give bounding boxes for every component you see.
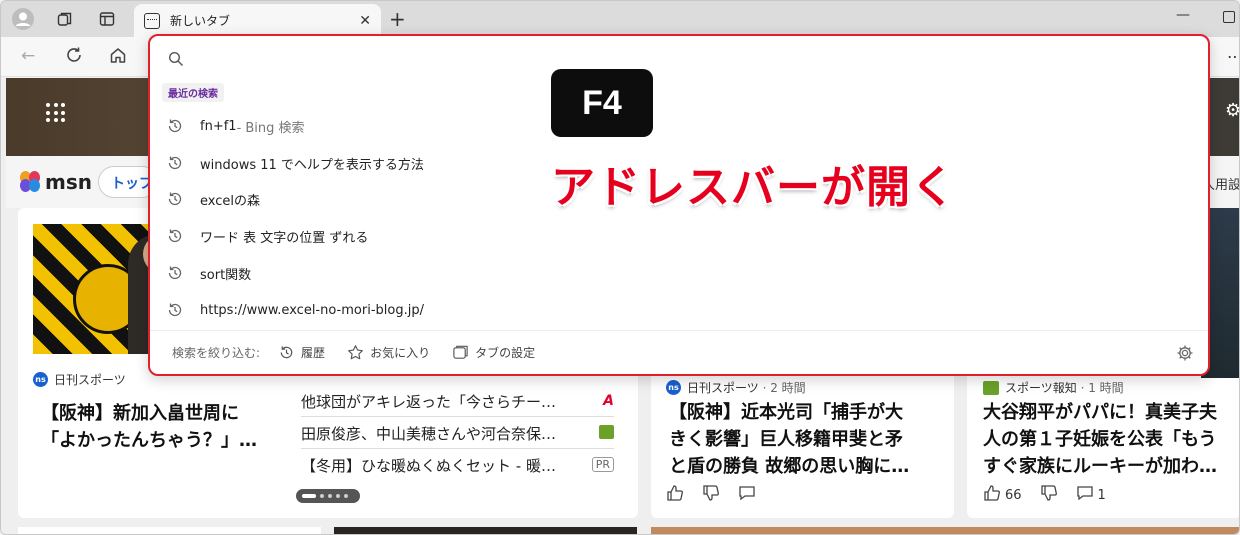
next-card-peek [651,527,1239,534]
star-icon [348,345,363,360]
headline-line: きく影響」巨人移籍甲斐と矛 [669,429,903,450]
nikkan-sports-icon: ns [33,372,48,387]
nikkan-sports-icon: ns [666,380,681,395]
msn-butterfly-icon [20,171,42,193]
suggestion-text: https://www.excel-no-mori-blog.jp/ [200,302,424,318]
next-card-peek [334,527,637,534]
dislike-icon[interactable] [1040,484,1058,506]
source-name: スポーツ報知 [1005,381,1077,395]
card3-headline[interactable]: 大谷翔平がパパに！真美子夫 人の第１子妊娠を公表「もう すぐ家族にルーキーが加わ… [983,399,1239,480]
keyboard-key-badge: F4 [551,69,653,137]
search-icon [168,51,183,66]
headline-line: すぐ家族にルーキーが加わ… [983,456,1217,477]
suggestion-text: excelの森 [200,193,260,209]
headline-line: 「よかったんちゃう？」… [41,430,257,451]
annotation-caption: アドレスバーが開く [551,162,956,213]
back-icon[interactable]: ← [21,46,35,66]
suggestion-item[interactable]: ワード 表 文字の位置 ずれる [166,218,866,254]
vertical-tabs-icon[interactable] [93,6,121,32]
scope-favorites-button[interactable]: お気に入り [347,344,430,361]
suggestion-text: sort関数 [200,267,252,283]
suggestion-text: ワード 表 文字の位置 ずれる [200,230,369,246]
hochi-icon [983,380,999,395]
gear-icon[interactable] [1176,344,1194,362]
scope-favorites-label: お気に入り [370,346,431,360]
history-icon [168,156,182,170]
list-item[interactable]: 【冬用】ひな暖ぬくぬくセット - 暖… PR [301,449,614,481]
suggestion-suffix: - Bing 検索 [236,120,305,136]
headline-line: 大谷翔平がパパに！真美子夫 [983,402,1217,423]
card3-reactions: 66 1 [983,484,1106,506]
card3-source: スポーツ報知 · 1 時間 [983,379,1124,396]
tab-strip: 新しいタブ ✕ + — [1,1,1239,37]
next-card-peek [18,527,321,534]
like-icon[interactable] [666,484,684,506]
more-menu-icon[interactable]: ⋯ [1227,47,1239,66]
scope-history-button[interactable]: 履歴 [278,344,325,361]
tab-new-tab[interactable]: 新しいタブ ✕ [134,4,381,37]
workspaces-icon[interactable] [51,6,79,32]
list-item[interactable]: 田原俊彦、中山美穂さんや河合奈保… [301,417,614,449]
list-item[interactable]: 他球団がアキレ返った「今さらチー… A [301,385,614,417]
history-icon [168,192,182,206]
list-item-text: 【冬用】ひな暖ぬくぬくセット - 暖… [301,457,556,475]
restore-icon[interactable] [1223,11,1235,23]
like-count: 66 [1005,487,1022,503]
msn-logo-text: msn [45,170,92,194]
time-ago: · 2 時間 [762,381,806,395]
source-name: 日刊スポーツ [687,381,759,395]
headline-line: 人の第１子妊娠を公表「もう [983,429,1217,450]
search-scope-footer: 検索を絞り込む: 履歴 お気に入り タブの設定 [150,330,1208,374]
refresh-icon[interactable] [65,46,83,69]
card1-source: ns 日刊スポーツ [33,371,126,388]
tab-title: 新しいタブ [170,14,231,28]
time-ago: · 1 時間 [1080,381,1124,395]
card1-headline[interactable]: 【阪神】新加入畠世周に 「よかったんちゃう？」… [41,400,291,454]
minimize-icon[interactable]: — [1176,7,1190,23]
source-logo-icon [599,425,614,439]
history-icon [168,303,182,317]
recent-searches-label: 最近の検索 [162,83,224,102]
card2-source: ns 日刊スポーツ · 2 時間 [666,379,806,396]
history-icon [168,266,182,280]
scope-history-label: 履歴 [301,346,326,360]
suggestion-text: windows 11 でヘルプを表示する方法 [200,157,424,173]
comment-icon[interactable] [1076,484,1094,506]
msn-logo[interactable]: msn [20,170,92,194]
suggestion-item[interactable]: fn+f1 - Bing 検索 [166,108,866,144]
list-item-text: 田原俊彦、中山美穂さんや河合奈保… [301,425,557,443]
history-icon [280,346,293,359]
new-tab-favicon-icon [144,12,160,29]
carousel-pager[interactable] [296,489,360,503]
source-name: 日刊スポーツ [54,373,126,387]
page-settings-gear-icon[interactable]: ⚙ [1225,100,1239,122]
pr-badge: PR [591,457,614,472]
home-icon[interactable] [109,46,127,69]
comment-count: 1 [1097,487,1106,503]
history-icon [168,119,182,133]
suggestion-text: fn+f1 [200,118,237,134]
scope-tab-settings-label: タブの設定 [475,346,536,360]
browser-window: 新しいタブ ✕ + — ← ⋯ ⚙ [0,0,1240,535]
source-logo-icon: A [603,393,614,409]
profile-icon[interactable] [9,6,37,32]
close-tab-icon[interactable]: ✕ [359,13,371,29]
new-tab-button[interactable]: + [389,7,406,31]
headline-line: と盾の勝負 故郷の思い胸に… [669,456,910,477]
card2-headline[interactable]: 【阪神】近本光司「捕手が大 きく影響」巨人移籍甲斐と矛 と盾の勝負 故郷の思い胸… [669,399,941,480]
narrow-search-label: 検索を絞り込む: [172,346,261,360]
suggestion-item[interactable]: sort関数 [166,255,866,291]
card2-reactions [666,484,756,506]
suggestion-item[interactable]: https://www.excel-no-mori-blog.jp/ [166,292,866,328]
headline-line: 【阪神】新加入畠世周に [41,403,239,424]
comment-icon[interactable] [738,484,756,506]
headline-line: 【阪神】近本光司「捕手が大 [669,402,903,423]
history-icon [168,229,182,243]
scope-tab-settings-button[interactable]: タブの設定 [452,344,535,361]
dislike-icon[interactable] [702,484,720,506]
list-item-text: 他球団がアキレ返った「今さらチー… [301,393,557,411]
like-icon[interactable] [983,484,1001,506]
app-launcher-icon[interactable] [46,103,66,123]
tabs-icon [453,345,468,359]
